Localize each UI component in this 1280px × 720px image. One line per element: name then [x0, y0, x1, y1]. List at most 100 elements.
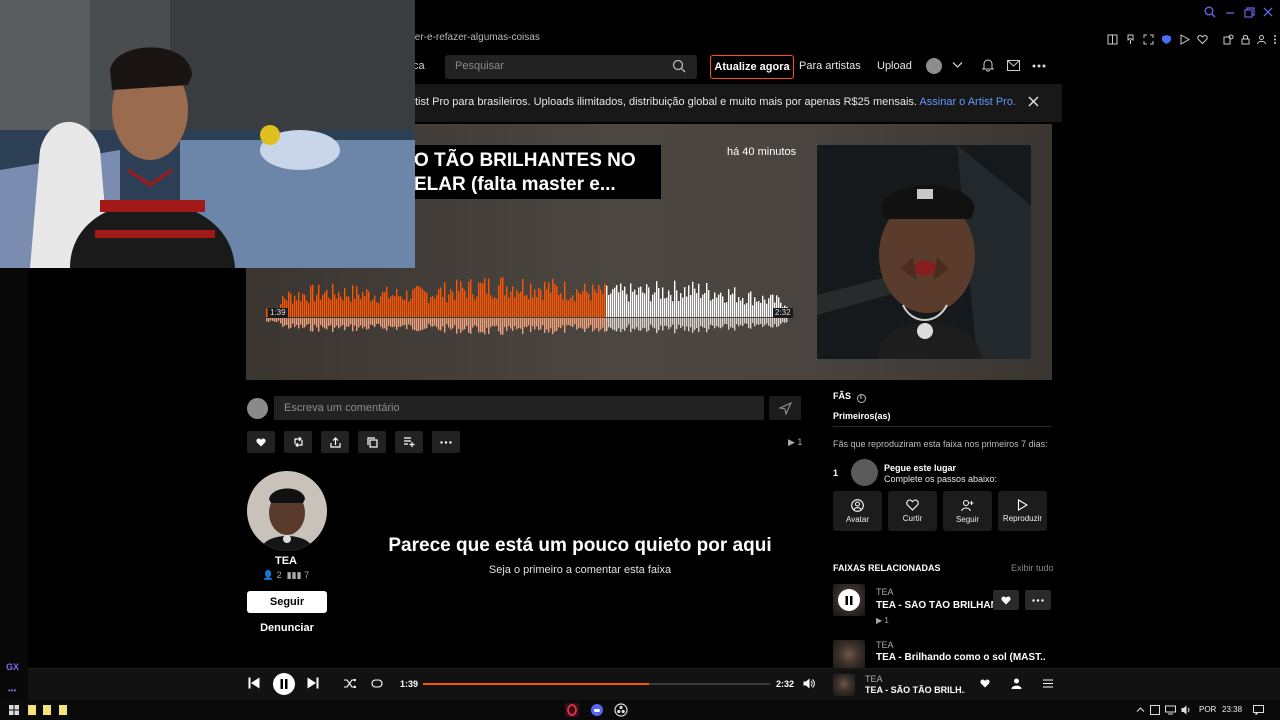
- next-track-icon[interactable]: [307, 677, 319, 689]
- search-box[interactable]: [445, 55, 697, 79]
- search-icon[interactable]: [1203, 5, 1217, 19]
- taskbar-clock[interactable]: 23:38: [1222, 705, 1242, 714]
- heart-icon[interactable]: [980, 679, 990, 688]
- queue-icon[interactable]: [1043, 679, 1053, 688]
- cover-art[interactable]: [817, 145, 1031, 359]
- related-track-artist[interactable]: TEA: [876, 587, 894, 597]
- waveform-bar: [586, 291, 588, 317]
- more-options-icon[interactable]: [1032, 64, 1046, 68]
- pause-button[interactable]: [838, 589, 860, 611]
- waveform-reflection-bar: [734, 318, 736, 331]
- comment-input[interactable]: [284, 402, 744, 414]
- player-track-thumb[interactable]: [833, 674, 855, 696]
- gx-menu-icon[interactable]: •••: [8, 686, 16, 695]
- for-artists-link[interactable]: Para artistas: [799, 60, 861, 72]
- repeat-icon[interactable]: [371, 679, 383, 688]
- sidebar-icon[interactable]: [1105, 32, 1119, 46]
- tab-first-fans[interactable]: Primeiros(as): [833, 411, 891, 427]
- repost-button[interactable]: [284, 431, 312, 453]
- waveform-bar: [622, 290, 624, 317]
- language-indicator[interactable]: POR: [1199, 705, 1216, 714]
- notifications-icon[interactable]: [1253, 705, 1264, 715]
- step-play-button[interactable]: Reproduzir: [998, 491, 1047, 531]
- previous-track-icon[interactable]: [248, 677, 260, 689]
- player-track-artist[interactable]: TEA: [865, 674, 883, 684]
- step-like-button[interactable]: Curtir: [888, 491, 937, 531]
- network-icon[interactable]: [1165, 705, 1176, 715]
- opera-gx-taskbar-icon[interactable]: [565, 703, 579, 717]
- close-icon[interactable]: [1261, 5, 1275, 19]
- discord-taskbar-icon[interactable]: [590, 703, 604, 717]
- minimize-icon[interactable]: [1223, 5, 1237, 19]
- comment-box[interactable]: [274, 396, 764, 420]
- waveform-reflection-bar: [708, 318, 710, 330]
- like-button[interactable]: [247, 431, 275, 453]
- volume-icon[interactable]: [803, 678, 815, 689]
- sticky-note-icon[interactable]: [59, 705, 67, 715]
- search-icon[interactable]: [672, 59, 686, 73]
- more-button[interactable]: [432, 431, 460, 453]
- related-track-title[interactable]: TEA - SÃO TÃO BRILHANTES: [876, 600, 996, 611]
- follow-button[interactable]: Seguir: [247, 591, 327, 613]
- lock-icon[interactable]: [1238, 32, 1252, 46]
- shield-icon[interactable]: [1159, 32, 1173, 46]
- report-link[interactable]: Denunciar: [247, 622, 327, 634]
- related-track-artist[interactable]: TEA: [876, 640, 894, 650]
- extensions-icon[interactable]: [1221, 32, 1235, 46]
- play-icon[interactable]: [1177, 32, 1191, 46]
- speaker-icon[interactable]: [1181, 705, 1192, 715]
- windows-start-icon[interactable]: [9, 705, 19, 715]
- player-track-title[interactable]: TEA - SÃO TÃO BRILH...: [865, 685, 965, 695]
- user-avatar[interactable]: [926, 58, 942, 74]
- address-bar-url[interactable]: ter-e-refazer-algumas-coisas: [412, 32, 540, 43]
- mail-icon[interactable]: [1007, 60, 1020, 71]
- heart-icon[interactable]: [1195, 32, 1209, 46]
- view-all-link[interactable]: Exibir tudo: [1011, 563, 1054, 573]
- banner-subscribe-link[interactable]: Assinar o Artist Pro.: [919, 96, 1016, 108]
- related-more-button[interactable]: [1025, 590, 1051, 610]
- sticky-note-icon[interactable]: [28, 705, 36, 715]
- progress-fill: [423, 683, 649, 685]
- chevron-up-icon[interactable]: [1136, 705, 1145, 714]
- waveform[interactable]: [266, 270, 788, 338]
- step-follow-button[interactable]: Seguir: [943, 491, 992, 531]
- copy-link-button[interactable]: [358, 431, 386, 453]
- gx-logo[interactable]: GX: [6, 662, 19, 672]
- obs-taskbar-icon[interactable]: [614, 703, 628, 717]
- chevron-down-icon[interactable]: [952, 61, 963, 69]
- waveform-reflection-bar: [428, 318, 430, 324]
- search-input[interactable]: [455, 60, 655, 72]
- waveform-bar: [614, 287, 616, 317]
- waveform-bar: [360, 299, 362, 317]
- send-comment-button[interactable]: [769, 396, 801, 420]
- bell-icon[interactable]: [982, 59, 994, 72]
- upgrade-now-button[interactable]: Atualize agora: [710, 55, 794, 79]
- waveform-reflection-bar: [738, 318, 740, 327]
- progress-bar[interactable]: [423, 683, 770, 685]
- restore-icon[interactable]: [1242, 5, 1256, 19]
- followers-count[interactable]: 2: [277, 570, 282, 580]
- shuffle-icon[interactable]: [344, 679, 356, 688]
- tracks-count[interactable]: 7: [304, 570, 309, 580]
- waveform-reflection-bar: [714, 318, 716, 329]
- close-icon[interactable]: [1027, 95, 1040, 108]
- related-track-title[interactable]: TEA - Brilhando como o sol (MAST...: [876, 652, 1046, 663]
- menu-icon[interactable]: [1268, 32, 1280, 46]
- sticky-note-icon[interactable]: [43, 705, 51, 715]
- step-avatar-button[interactable]: Avatar: [833, 491, 882, 531]
- upload-link[interactable]: Upload: [877, 60, 912, 72]
- add-to-playlist-button[interactable]: [395, 431, 423, 453]
- tray-app-icon[interactable]: [1150, 705, 1160, 715]
- waveform-bar: [568, 300, 570, 317]
- waveform-reflection-bar: [592, 318, 594, 332]
- info-icon[interactable]: i: [856, 394, 866, 403]
- share-button[interactable]: [321, 431, 349, 453]
- pause-button[interactable]: [273, 673, 295, 695]
- profile-icon[interactable]: [1254, 32, 1268, 46]
- artist-avatar[interactable]: [247, 471, 327, 551]
- snapshot-icon[interactable]: [1141, 32, 1155, 46]
- artist-name[interactable]: TEA: [247, 555, 325, 567]
- related-like-button[interactable]: [993, 590, 1019, 610]
- pin-icon[interactable]: [1123, 32, 1137, 46]
- follow-user-icon[interactable]: [1011, 678, 1022, 689]
